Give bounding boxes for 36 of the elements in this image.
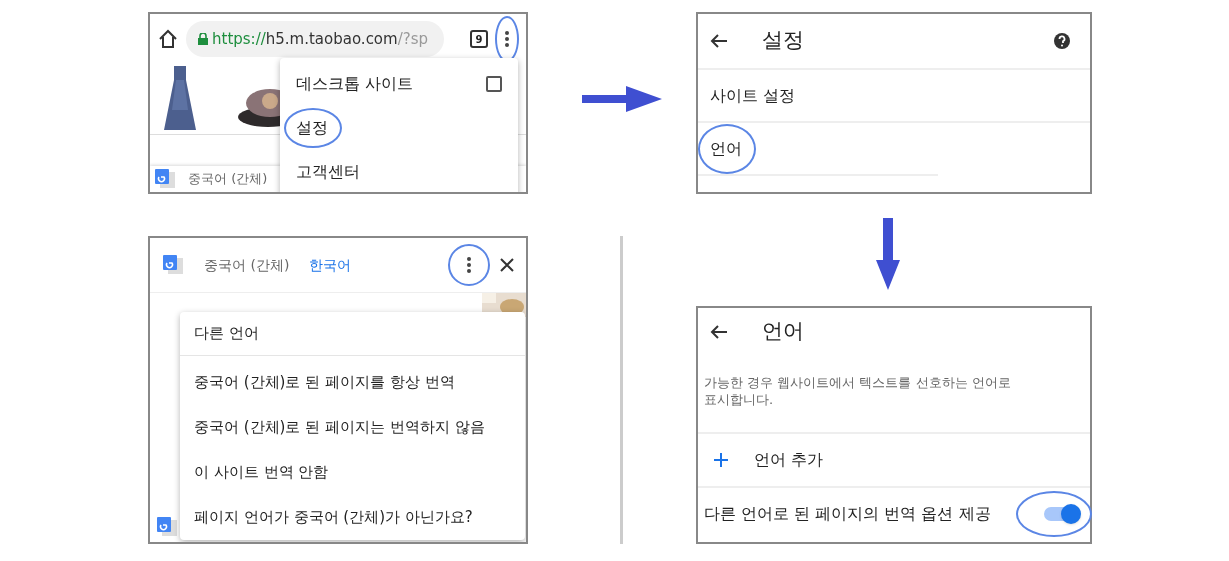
page-title: 언어 bbox=[762, 318, 804, 346]
more-icon[interactable] bbox=[504, 30, 510, 48]
back-arrow-icon[interactable] bbox=[710, 33, 728, 49]
close-icon[interactable] bbox=[500, 258, 514, 272]
url-field[interactable]: https://h5.m.taobao.com/?sp bbox=[186, 21, 444, 57]
menu-item[interactable]: 고객센터 bbox=[280, 150, 518, 192]
language-tab[interactable]: 중국어 (간체) bbox=[204, 254, 290, 276]
settings-item[interactable]: 언어 bbox=[698, 121, 1090, 174]
lock-icon bbox=[198, 33, 208, 45]
url-text: https://h5.m.taobao.com/?sp bbox=[212, 28, 429, 50]
home-icon[interactable] bbox=[158, 29, 178, 49]
menu-item[interactable]: 설정 bbox=[280, 106, 518, 150]
help-icon[interactable] bbox=[1054, 33, 1070, 49]
menu-item[interactable]: 중국어 (간체)로 된 페이지는 번역하지 않음 bbox=[180, 405, 525, 450]
menu-item[interactable]: 페이지 언어가 중국어 (간체)가 아닌가요? bbox=[180, 495, 525, 540]
source-language-tab[interactable]: 중국어 (간체) bbox=[188, 169, 268, 189]
language-tab[interactable]: 한국어 bbox=[309, 254, 352, 276]
settings-item[interactable]: 사이트 설정 bbox=[698, 68, 1090, 121]
description-text: 가능한 경우 웹사이트에서 텍스트를 선호하는 언어로 표시합니다. bbox=[704, 374, 1012, 408]
more-icon[interactable] bbox=[466, 256, 472, 274]
checkbox[interactable] bbox=[486, 76, 502, 92]
tab-count-button[interactable]: 9 bbox=[470, 30, 488, 48]
add-language-button[interactable]: 언어 추가 bbox=[698, 432, 1090, 486]
menu-item[interactable]: 데스크톱 사이트 bbox=[280, 62, 518, 106]
plus-icon bbox=[714, 453, 728, 467]
translate-icon bbox=[162, 254, 184, 276]
page-title: 설정 bbox=[762, 27, 804, 55]
translate-icon bbox=[156, 516, 178, 538]
toggle-switch[interactable] bbox=[1044, 507, 1078, 521]
menu-item[interactable]: 이 사이트 번역 안함 bbox=[180, 450, 525, 495]
menu-header-item[interactable]: 다른 언어 bbox=[180, 312, 525, 356]
down-arrow-icon bbox=[876, 218, 900, 290]
right-arrow-icon bbox=[582, 86, 662, 112]
toggle-label: 다른 언어로 된 페이지의 번역 옵션 제공 bbox=[704, 503, 991, 525]
menu-item[interactable]: 중국어 (간체)로 된 페이지를 항상 번역 bbox=[180, 360, 525, 405]
back-arrow-icon[interactable] bbox=[710, 324, 728, 340]
